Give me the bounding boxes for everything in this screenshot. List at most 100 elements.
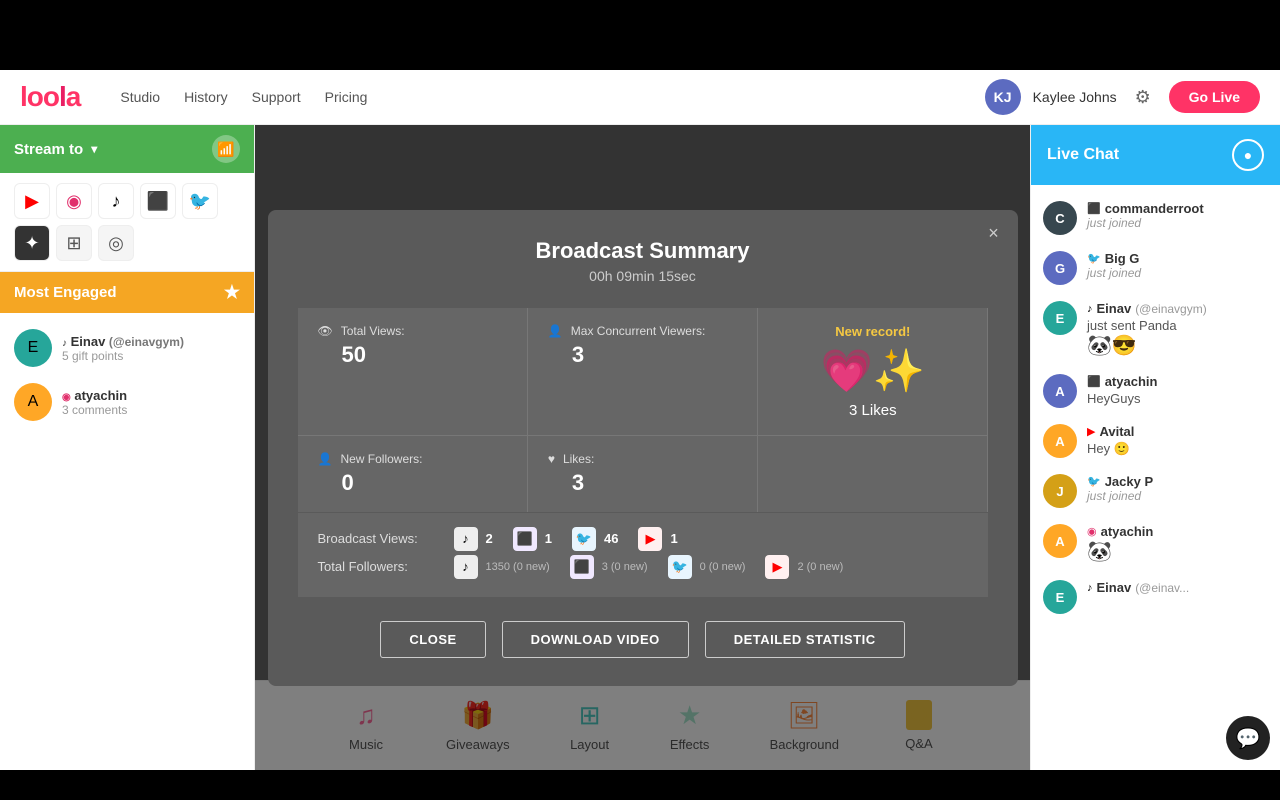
chat-name-row: ♪ Einav (@einav... — [1087, 580, 1268, 595]
new-record-label: New record! — [835, 324, 910, 339]
chat-message: A ⬛ atyachin HeyGuys — [1031, 366, 1280, 416]
download-video-button[interactable]: DOWNLOAD VIDEO — [502, 621, 689, 658]
chat-content: 🐦 Big G just joined — [1087, 251, 1268, 280]
detailed-statistic-button[interactable]: DETAILED STATISTIC — [705, 621, 905, 658]
platform-stats-views: ♪ 2 ⬛ 1 — [454, 527, 678, 551]
navbar: loola Studio History Support Pricing KJ … — [0, 70, 1280, 125]
stream-to-header[interactable]: Stream to ▾ 📶 — [0, 125, 254, 173]
chat-content: ♪ Einav (@einavgym) just sent Panda 🐼😎 — [1087, 301, 1268, 358]
empty-card — [758, 436, 987, 512]
chat-message: A ▶ Avital Hey 🙂 — [1031, 416, 1280, 466]
platform-instagram[interactable]: ◉ — [56, 183, 92, 219]
modal-overlay[interactable]: × Broadcast Summary 00h 09min 15sec 👁 To… — [255, 125, 1030, 770]
modal-buttons: CLOSE DOWNLOAD VIDEO DETAILED STATISTIC — [298, 621, 988, 658]
chat-name-row: 🐦 Big G — [1087, 251, 1268, 266]
most-engaged-header: Most Engaged ★ — [0, 272, 254, 313]
stream-to-left: Stream to ▾ — [14, 141, 97, 158]
total-views-value: 50 — [342, 342, 507, 368]
twitch-followers: 3 (0 new) — [602, 561, 648, 573]
twitter-views: 46 — [604, 531, 618, 546]
engaged-user-info: ◉ atyachin 3 comments — [62, 388, 240, 417]
tiktok-badge: ♪ — [1087, 303, 1093, 315]
chat-name: atyachin — [1101, 524, 1154, 539]
chat-name-row: ◉ atyachin — [1087, 524, 1268, 539]
youtube-stats: 1 — [670, 531, 677, 546]
nav-links: Studio History Support Pricing — [120, 89, 367, 105]
chat-emoji: 🐼 — [1087, 539, 1268, 564]
youtube-followers: 2 (0 new) — [797, 561, 843, 573]
instagram-badge: ◉ — [1087, 525, 1097, 538]
twitter-stats: 46 — [604, 531, 618, 546]
chat-name: Einav — [1097, 580, 1132, 595]
chat-name-row: 🐦 Jacky P — [1087, 474, 1268, 489]
chat-name: Jacky P — [1105, 474, 1153, 489]
broadcast-views-label: Broadcast Views: — [318, 531, 448, 546]
platform-badge-instagram: ◉ — [62, 392, 71, 403]
engaged-name: ◉ atyachin — [62, 388, 240, 403]
close-button[interactable]: CLOSE — [380, 621, 485, 658]
broadcast-views-row: Broadcast Views: ♪ 2 ⬛ — [318, 527, 968, 551]
broadcast-summary-modal: × Broadcast Summary 00h 09min 15sec 👁 To… — [268, 210, 1018, 686]
chat-name: Einav — [1097, 301, 1132, 316]
platform-twitter[interactable]: 🐦 — [182, 183, 218, 219]
platform-youtube[interactable]: ▶ — [14, 183, 50, 219]
chat-text: Hey 🙂 — [1087, 441, 1268, 457]
platform-tiktok[interactable]: ♪ — [98, 183, 134, 219]
avatar: A — [1043, 424, 1077, 458]
modal-close-button[interactable]: × — [982, 222, 1006, 246]
chat-handle: (@einav... — [1135, 581, 1189, 595]
total-followers-row: Total Followers: ♪ 1350 (0 new) ⬛ 3 (0 n… — [318, 555, 968, 579]
new-followers-label: New Followers: — [340, 452, 422, 466]
user-name: Kaylee Johns — [1033, 89, 1117, 105]
platform-stat-twitch: ⬛ 1 — [513, 527, 552, 551]
broadcast-details: Broadcast Views: ♪ 2 ⬛ — [298, 513, 988, 597]
list-item: E ♪ Einav (@einavgym) 5 gift points — [0, 321, 254, 375]
twitch-badge: ⬛ — [1087, 202, 1101, 215]
chat-action: just joined — [1087, 489, 1268, 503]
chat-name: Big G — [1105, 251, 1140, 266]
go-live-button[interactable]: Go Live — [1169, 81, 1260, 113]
platform-stat-tiktok: ♪ 2 — [454, 527, 493, 551]
engaged-list: E ♪ Einav (@einavgym) 5 gift points A ◉ — [0, 313, 254, 770]
tiktok-badge: ♪ — [1087, 582, 1093, 594]
likes-value: 3 — [572, 470, 737, 496]
platform-other3[interactable]: ◎ — [98, 225, 134, 261]
live-chat-header: Live Chat ● — [1031, 125, 1280, 185]
tiktok-followers-icon: ♪ — [454, 555, 478, 579]
avatar: E — [1043, 580, 1077, 614]
settings-icon[interactable]: ⚙ — [1129, 83, 1157, 111]
platform-followers-youtube: ▶ 2 (0 new) — [765, 555, 843, 579]
support-chat-button[interactable]: 💬 — [1226, 716, 1270, 760]
twitter-followers-icon: 🐦 — [668, 555, 692, 579]
nav-history[interactable]: History — [184, 89, 228, 105]
platform-icons-list: ▶ ◉ ♪ ⬛ 🐦 ✦ ⊞ ◎ — [0, 173, 254, 272]
platform-badge-tiktok: ♪ — [62, 338, 67, 349]
twitter-icon: 🐦 — [572, 527, 596, 551]
list-item: A ◉ atyachin 3 comments — [0, 375, 254, 429]
chat-name: atyachin — [1105, 374, 1158, 389]
likes-card: ♥ Likes: 3 — [528, 436, 757, 512]
nav-support[interactable]: Support — [252, 89, 301, 105]
platform-twitch[interactable]: ⬛ — [140, 183, 176, 219]
platform-other1[interactable]: ✦ — [14, 225, 50, 261]
chat-text: HeyGuys — [1087, 391, 1268, 406]
chat-name-row: ⬛ commanderroot — [1087, 201, 1268, 216]
twitch-views: 1 — [545, 531, 552, 546]
avatar: J — [1043, 474, 1077, 508]
nav-pricing[interactable]: Pricing — [325, 89, 368, 105]
chat-message: C ⬛ commanderroot just joined — [1031, 193, 1280, 243]
max-concurrent-label: Max Concurrent Viewers: — [571, 324, 706, 338]
heart-icon: 💗✨ — [821, 347, 926, 396]
avatar: E — [14, 329, 52, 367]
chat-content: ⬛ atyachin HeyGuys — [1087, 374, 1268, 406]
platform-other2[interactable]: ⊞ — [56, 225, 92, 261]
stream-to-label: Stream to — [14, 141, 83, 158]
max-concurrent-card: 👤 Max Concurrent Viewers: 3 — [528, 308, 757, 435]
wifi-icon: 📶 — [212, 135, 240, 163]
nav-studio[interactable]: Studio — [120, 89, 160, 105]
chat-name: commanderroot — [1105, 201, 1204, 216]
chat-name: Avital — [1099, 424, 1134, 439]
chat-name-row: ⬛ atyachin — [1087, 374, 1268, 389]
new-record-card: New record! 💗✨ 3 Likes — [758, 308, 987, 435]
engaged-user-info: ♪ Einav (@einavgym) 5 gift points — [62, 334, 240, 363]
